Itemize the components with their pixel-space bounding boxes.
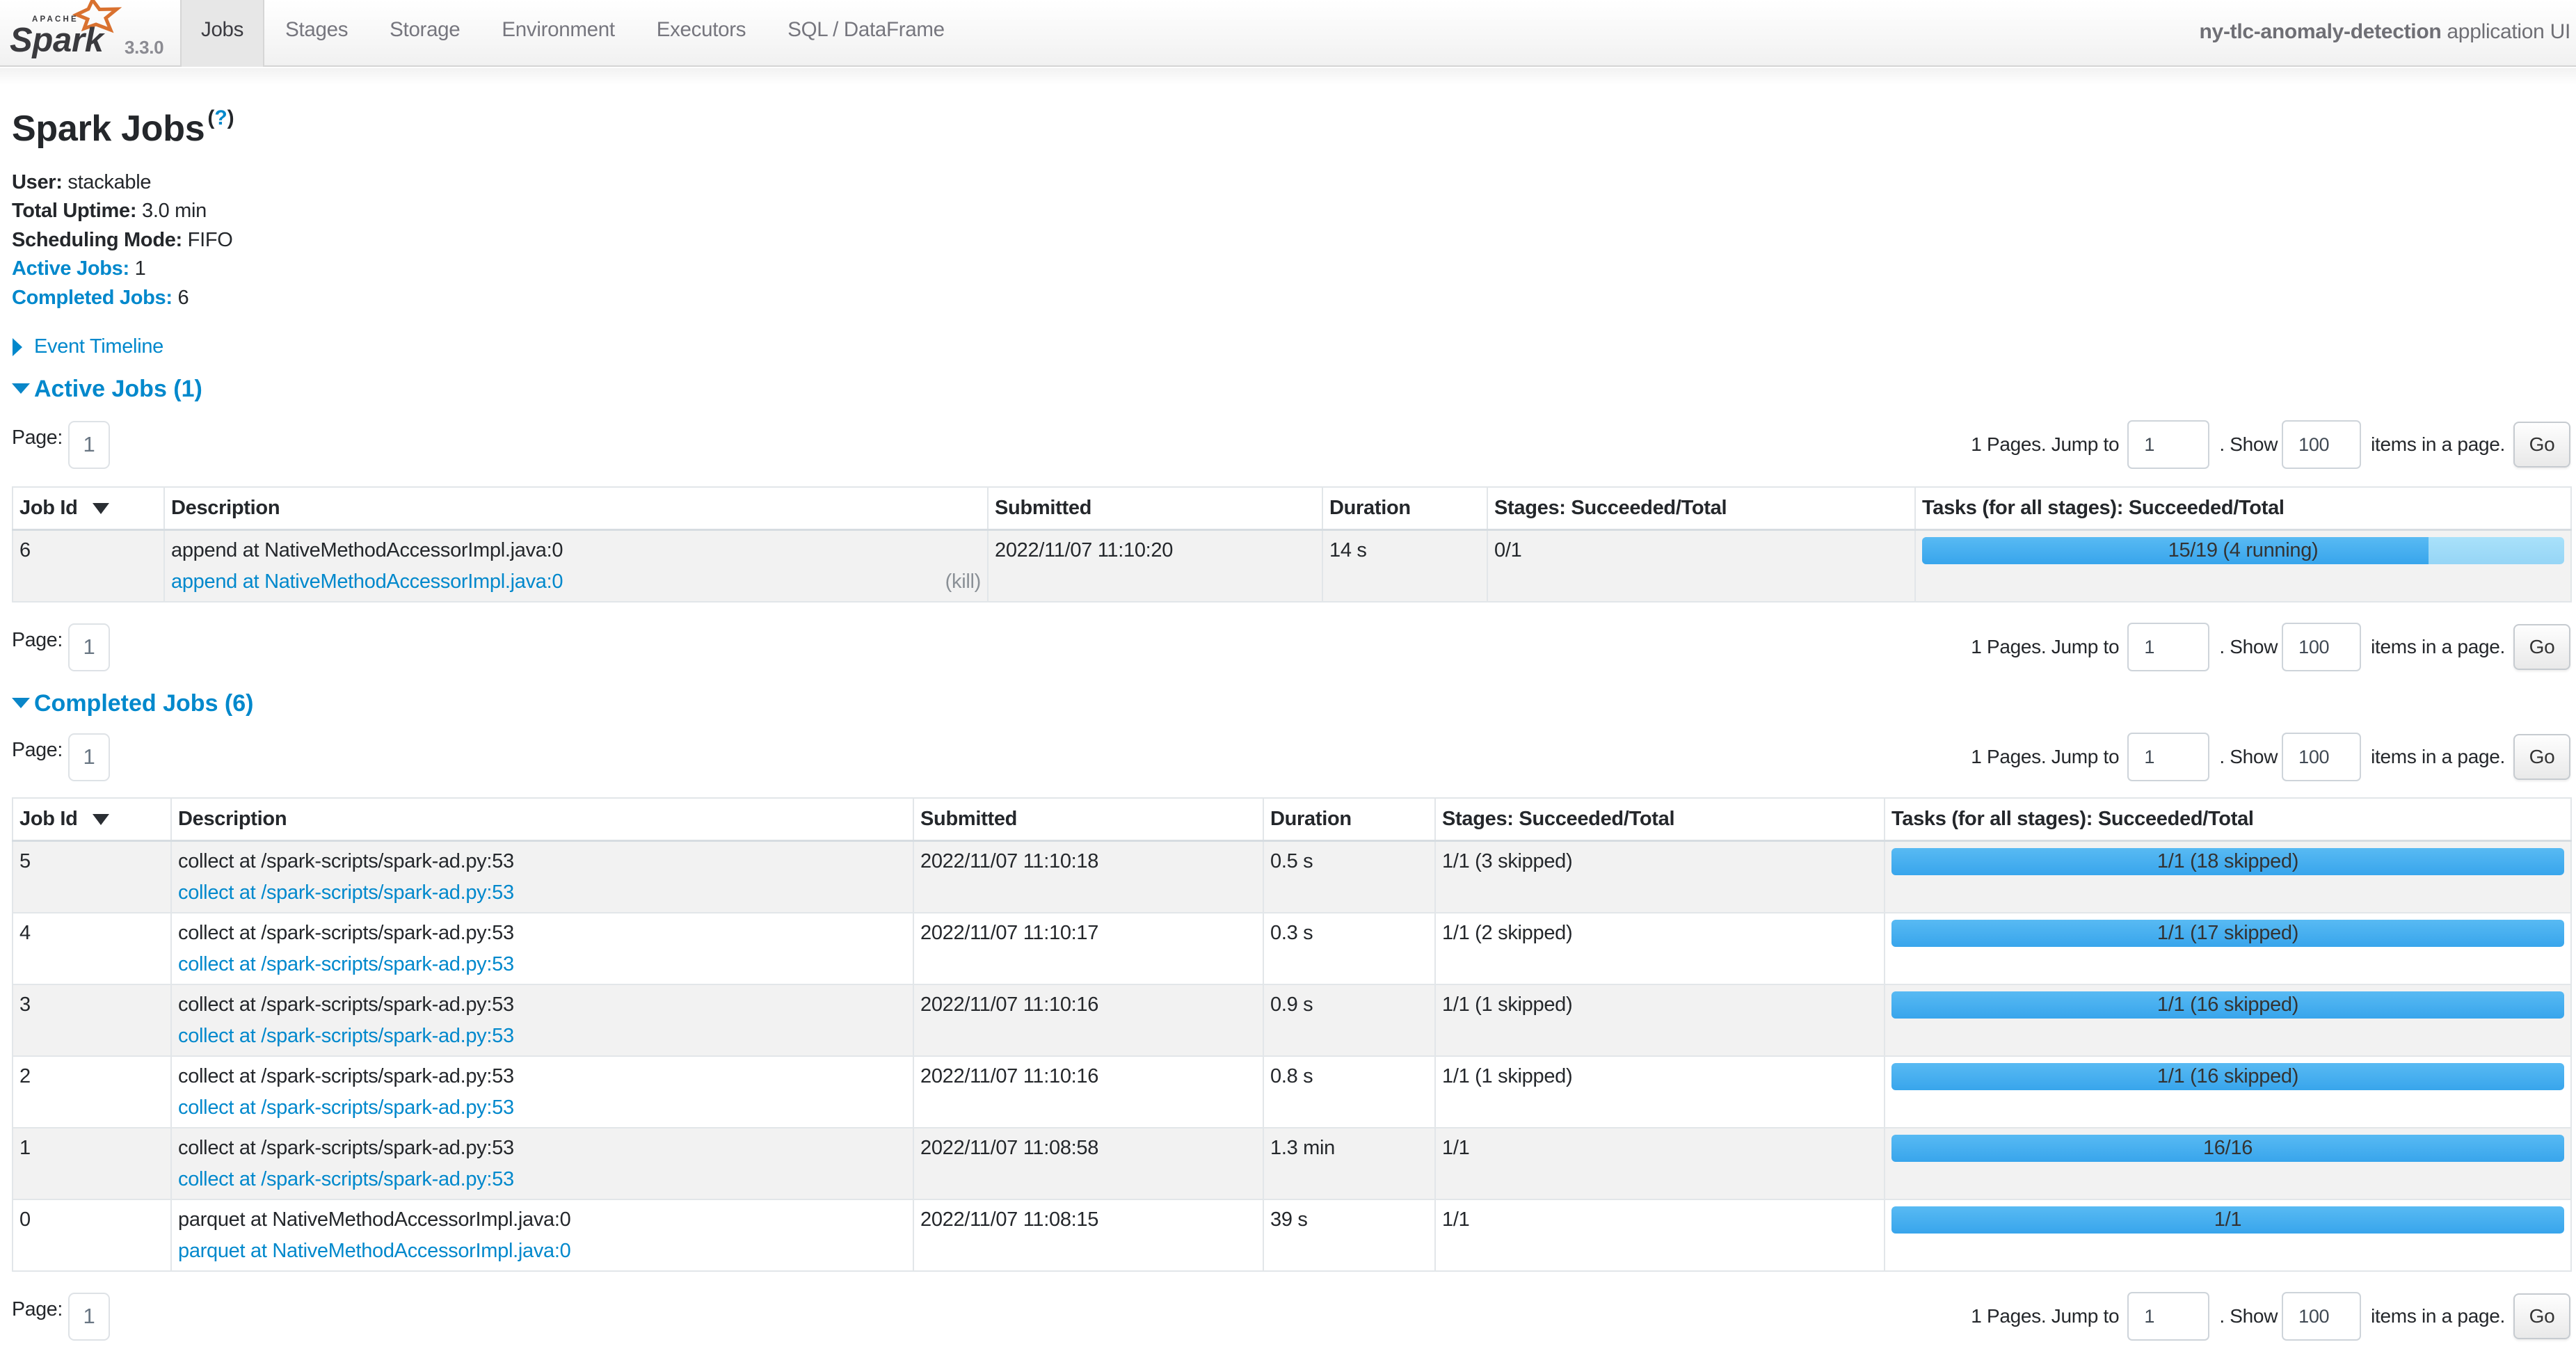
- svg-text:Spark: Spark: [10, 22, 106, 59]
